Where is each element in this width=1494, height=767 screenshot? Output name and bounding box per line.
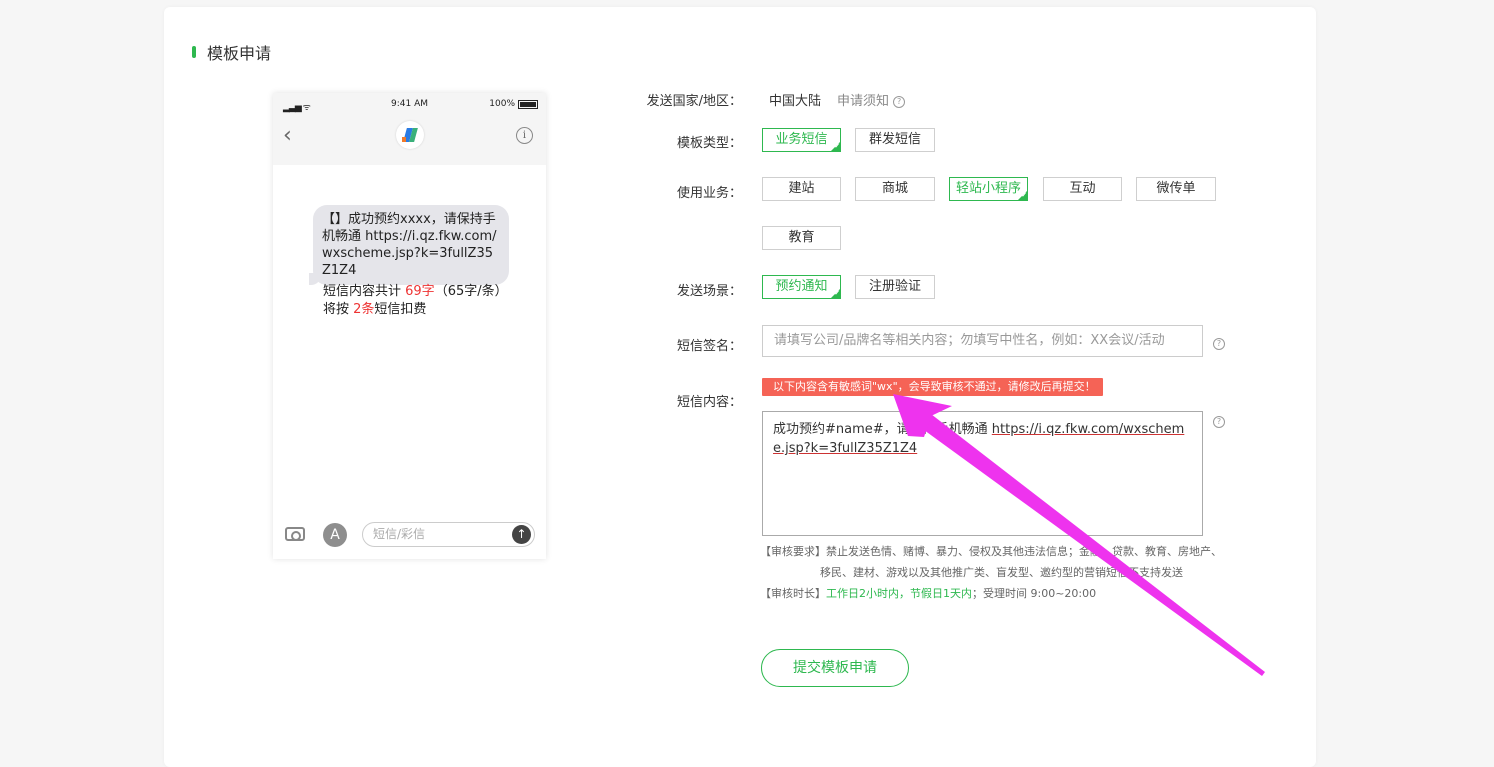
help-icon[interactable]: ? (893, 95, 906, 108)
sms-input-placeholder: 短信/彩信 (373, 527, 426, 541)
business-option-mall[interactable]: 商城 (855, 177, 935, 201)
scene-option-booking[interactable]: 预约通知 ✔ (762, 275, 841, 299)
business-label: 使用业务： (676, 186, 742, 201)
business-option-flyer[interactable]: 微传单 (1136, 177, 1216, 201)
review-req-tag: 【审核要求】 (760, 545, 826, 558)
app-store-icon[interactable]: A (323, 523, 347, 547)
phone-input-bar: A 短信/彩信 ↑ (273, 521, 546, 559)
business-option-interact[interactable]: 互动 (1043, 177, 1122, 201)
title-accent-bar (192, 46, 196, 58)
section-title: 模板申请 (192, 40, 271, 64)
scene-option-label: 预约通知 (775, 279, 828, 294)
sms-count-text: 短信内容共计 69字（65字/条）将按 2条短信扣费 (323, 283, 503, 319)
help-icon[interactable]: ? (1213, 416, 1225, 428)
country-value: 中国大陆 (769, 94, 822, 109)
notice-link[interactable]: 申请须知 ? (837, 90, 906, 109)
review-duration: 【审核时长】工作日2小时内，节假日1天内；受理时间 9:00~20:00 (760, 583, 1096, 604)
section-title-text: 模板申请 (207, 44, 272, 63)
submit-template-button[interactable]: 提交模板申请 (761, 649, 909, 687)
count-msgs: 2条 (353, 302, 375, 317)
review-requirements-line2: 移民、建材、游戏以及其他推广类、盲发型、邀约型的营销短信不支持发送 (820, 566, 1183, 579)
count-suffix: 短信扣费 (374, 302, 427, 317)
review-time-rest: ；受理时间 9:00~20:00 (972, 587, 1097, 600)
business-option-site[interactable]: 建站 (762, 177, 841, 201)
content-text: 成功预约#name#，请保持手机畅通 (773, 422, 992, 437)
type-label: 模板类型： (676, 136, 742, 151)
message-bubble: 【】成功预约xxxx，请保持手机畅通 https://i.qz.fkw.com/… (309, 205, 509, 285)
notice-link-text: 申请须知 (837, 94, 890, 109)
help-icon[interactable]: ? (1213, 338, 1225, 350)
scene-label: 发送场景： (676, 284, 742, 299)
back-chevron-icon[interactable]: ‹ (283, 123, 292, 148)
type-option-label: 业务短信 (775, 132, 828, 147)
send-arrow-icon[interactable]: ↑ (512, 525, 531, 544)
type-option-business[interactable]: 业务短信 ✔ (762, 128, 841, 152)
type-option-mass[interactable]: 群发短信 (855, 128, 935, 152)
battery-icon (518, 99, 538, 109)
review-time-tag: 【审核时长】 (760, 587, 826, 600)
check-icon: ✔ (834, 289, 840, 297)
battery-percent: 100% (489, 99, 515, 109)
content-label: 短信内容： (676, 395, 742, 410)
sms-content-textarea[interactable]: 成功预约#name#，请保持手机畅通 https://i.qz.fkw.com/… (762, 411, 1203, 536)
business-option-miniprogram[interactable]: 轻站小程序 ✔ (949, 177, 1028, 201)
camera-icon[interactable] (285, 527, 305, 541)
check-icon: ✔ (834, 142, 840, 150)
template-apply-card: 模板申请 ▂▃▅ ᯤ 9:41 AM 100% ‹ i 【】成功预约xxxx，请… (164, 7, 1316, 767)
signature-label: 短信签名： (676, 339, 742, 354)
business-option-label: 轻站小程序 (955, 181, 1021, 196)
review-time-green: 工作日2小时内，节假日1天内 (826, 587, 972, 600)
count-chars: 69字 (405, 284, 435, 299)
signature-placeholder: 请填写公司/品牌名等相关内容；勿填写中性名，例如：XX会议/活动 (774, 333, 1165, 348)
scene-option-register[interactable]: 注册验证 (855, 275, 935, 299)
battery: 100% (489, 99, 538, 109)
phone-preview: ▂▃▅ ᯤ 9:41 AM 100% ‹ i 【】成功预约xxxx，请保持手机畅… (273, 93, 546, 559)
phone-header: ▂▃▅ ᯤ 9:41 AM 100% ‹ i (273, 93, 546, 165)
status-bar: ▂▃▅ ᯤ 9:41 AM 100% (273, 98, 546, 113)
check-icon: ✔ (1021, 191, 1027, 199)
sensitive-word-warning: 以下内容含有敏感词"wx"，会导致审核不通过，请修改后再提交！ (762, 378, 1103, 396)
signature-input[interactable]: 请填写公司/品牌名等相关内容；勿填写中性名，例如：XX会议/活动 (762, 325, 1203, 357)
review-requirements: 【审核要求】禁止发送色情、赌博、暴力、侵权及其他违法信息；金融、贷款、教育、房地… (760, 541, 1222, 562)
review-req-text-1: 禁止发送色情、赌博、暴力、侵权及其他违法信息；金融、贷款、教育、房地产、 (826, 545, 1222, 558)
business-option-education[interactable]: 教育 (762, 226, 841, 250)
brand-logo-icon (396, 121, 424, 149)
info-icon[interactable]: i (516, 127, 533, 144)
sms-input[interactable]: 短信/彩信 ↑ (362, 522, 535, 547)
country-label: 发送国家/地区： (646, 94, 742, 109)
count-prefix: 短信内容共计 (323, 284, 406, 299)
